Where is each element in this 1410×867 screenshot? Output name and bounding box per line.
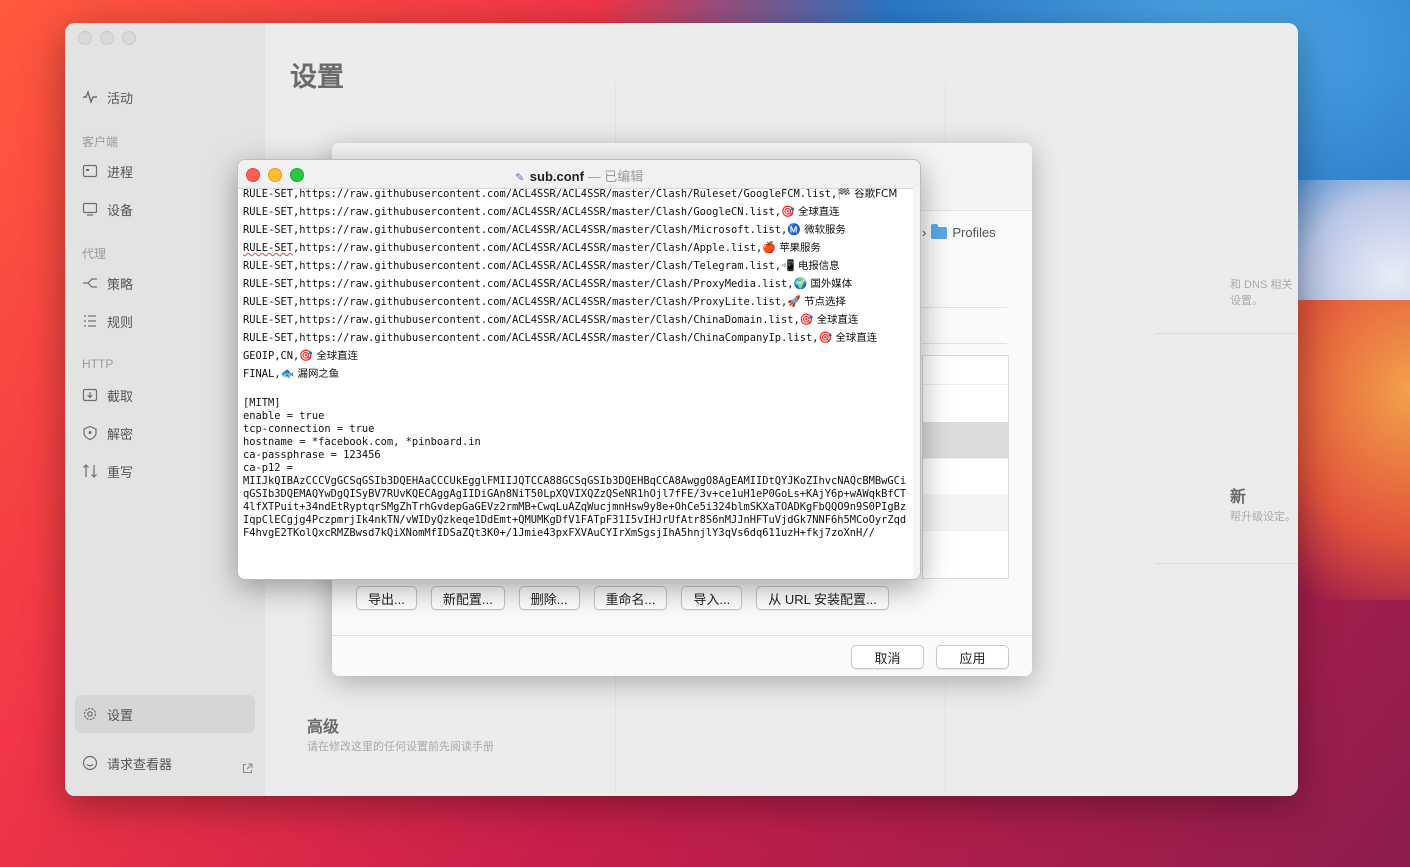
text-line: [MITM] <box>243 397 281 409</box>
editor-title: ✎ sub.conf — 已编辑 <box>238 166 920 185</box>
text-line: RULE-SET,https://raw.githubusercontent.c… <box>243 295 846 308</box>
profile-list[interactable] <box>922 355 1009 579</box>
sidebar-section-proxy: 代理 <box>82 247 107 261</box>
list-item[interactable] <box>923 384 1008 421</box>
sheet-divider <box>922 343 1007 344</box>
text-line: hostname = *facebook.com, *pinboard.in <box>243 436 481 448</box>
install-from-url-button[interactable]: 从 URL 安装配置... <box>756 586 889 610</box>
text-line: RULE-SET,https://raw.githubusercontent.c… <box>243 331 878 344</box>
sidebar-item-label: 规则 <box>107 314 134 330</box>
text-line: enable = true <box>243 410 325 422</box>
text-line: ca-p12 = <box>243 462 294 474</box>
apply-button[interactable]: 应用 <box>936 645 1009 669</box>
sidebar-item-rules[interactable]: 规则 <box>82 308 252 334</box>
text-line: GEOIP,CN,🎯 全球直连 <box>243 349 358 362</box>
sidebar-item-label: 请求查看器 <box>107 756 173 772</box>
monitor-icon <box>82 201 98 217</box>
window-icon <box>82 163 98 179</box>
window-controls <box>78 31 136 45</box>
text-line: RULE-SET,https://raw.githubusercontent.c… <box>243 188 898 200</box>
sidebar-item-label: 进程 <box>107 164 134 180</box>
update-title: 新 <box>1230 489 1247 506</box>
editor-titlebar: ✎ sub.conf — 已编辑 <box>238 160 920 189</box>
sidebar-item-capture[interactable]: 截取 <box>82 382 252 408</box>
sidebar-item-activity[interactable]: 活动 <box>82 84 252 110</box>
sidebar-section-http: HTTP <box>82 357 114 371</box>
list-icon <box>82 313 98 329</box>
tray-download-icon <box>82 387 98 403</box>
text-line: FINAL,🐟 漏网之鱼 <box>243 367 340 380</box>
rename-button[interactable]: 重命名... <box>593 586 668 610</box>
section-divider <box>1155 563 1298 564</box>
sidebar-item-settings[interactable]: 设置 <box>75 695 255 733</box>
minimize-window-button[interactable] <box>100 31 114 45</box>
text-line: RULE-SET,https://raw.githubusercontent.c… <box>243 205 840 218</box>
list-item[interactable] <box>923 458 1008 495</box>
advanced-description: 请在修改这里的任何设置前先阅读手册 <box>307 741 494 753</box>
text-line: tcp-connection = true <box>243 423 375 435</box>
sheet-divider <box>922 307 1007 308</box>
text-line: RULE-SET,https://raw.githubusercontent.c… <box>243 223 846 236</box>
edit-status: 已编辑 <box>604 169 644 184</box>
text-line: RULE-SET,https://raw.githubusercontent.c… <box>243 259 840 272</box>
update-description: 帮升级设定。 <box>1230 511 1296 523</box>
editor-text-area[interactable]: RULE-SET,https://raw.githubusercontent.c… <box>243 188 912 579</box>
sidebar-item-policy[interactable]: 策略 <box>82 270 252 296</box>
list-item[interactable] <box>923 494 1008 530</box>
shield-icon <box>82 425 98 441</box>
sidebar-item-label: 重写 <box>107 464 134 480</box>
breadcrumb: › Profiles <box>922 223 996 240</box>
cancel-button[interactable]: 取消 <box>851 645 924 669</box>
sidebar-item-request-viewer[interactable]: 请求查看器 <box>82 750 252 776</box>
title-separator: — <box>587 169 601 184</box>
editor-scrollbar[interactable] <box>913 188 920 579</box>
list-item-selected[interactable] <box>923 422 1008 458</box>
close-window-button[interactable] <box>78 31 92 45</box>
breadcrumb-separator: › <box>922 225 927 240</box>
delete-button[interactable]: 删除... <box>518 586 580 610</box>
sidebar-item-process[interactable]: 进程 <box>82 158 252 184</box>
document-icon: ✎ <box>515 172 525 184</box>
editor-window: ✎ sub.conf — 已编辑 RULE-SET,https://raw.git… <box>237 159 921 580</box>
text-line: RULE-SET,https://raw.githubusercontent.c… <box>243 277 853 290</box>
profile-actions: 导出... 新配置... 删除... 重命名... 导入... 从 URL 安装… <box>356 586 889 610</box>
new-config-button[interactable]: 新配置... <box>430 586 505 610</box>
sidebar: 活动 客户端 进程 设备 代理 策略 规则 HTTP 截取 解密 重写 设置 请… <box>65 23 265 796</box>
sidebar-item-label: 解密 <box>107 426 134 442</box>
zoom-window-button[interactable] <box>122 31 136 45</box>
text-line: ca-passphrase = 123456 <box>243 449 381 461</box>
text-line-blank <box>243 383 912 397</box>
sidebar-item-label: 活动 <box>107 90 134 106</box>
dns-description: 和 DNS 相关设置。 <box>1230 279 1293 307</box>
export-button[interactable]: 导出... <box>356 586 417 610</box>
text-line: RULE-SET,https://raw.githubusercontent.c… <box>243 313 859 326</box>
sidebar-section-client: 客户端 <box>82 135 119 149</box>
certificate-text: MIIJkQIBAzCCCVgGCSqGSIb3DQEHAaCCCUkEgglF… <box>243 475 907 539</box>
file-name: sub.conf <box>529 169 584 184</box>
breadcrumb-folder[interactable]: Profiles <box>952 225 995 240</box>
list-item[interactable] <box>923 530 1008 567</box>
sidebar-item-device[interactable]: 设备 <box>82 196 252 222</box>
branch-icon <box>82 275 98 291</box>
advanced-title: 高级 <box>307 719 340 736</box>
sidebar-item-label: 设置 <box>107 707 134 723</box>
sidebar-item-label: 策略 <box>107 276 134 292</box>
sheet-footer-divider <box>332 635 1032 636</box>
external-link-icon[interactable] <box>242 763 253 777</box>
text-line: RULE-SET,https://raw.githubusercontent.c… <box>243 241 821 254</box>
section-divider <box>1155 333 1298 334</box>
page-title: 设置 <box>290 62 344 92</box>
gear-icon <box>82 706 98 722</box>
sidebar-item-decrypt[interactable]: 解密 <box>82 420 252 446</box>
swap-arrows-icon <box>82 463 98 479</box>
sidebar-item-rewrite[interactable]: 重写 <box>82 458 252 484</box>
import-button[interactable]: 导入... <box>681 586 743 610</box>
sidebar-item-label: 设备 <box>107 202 134 218</box>
folder-icon <box>931 223 948 239</box>
smiley-icon <box>82 755 98 771</box>
sidebar-item-label: 截取 <box>107 388 134 404</box>
pulse-icon <box>82 89 98 105</box>
